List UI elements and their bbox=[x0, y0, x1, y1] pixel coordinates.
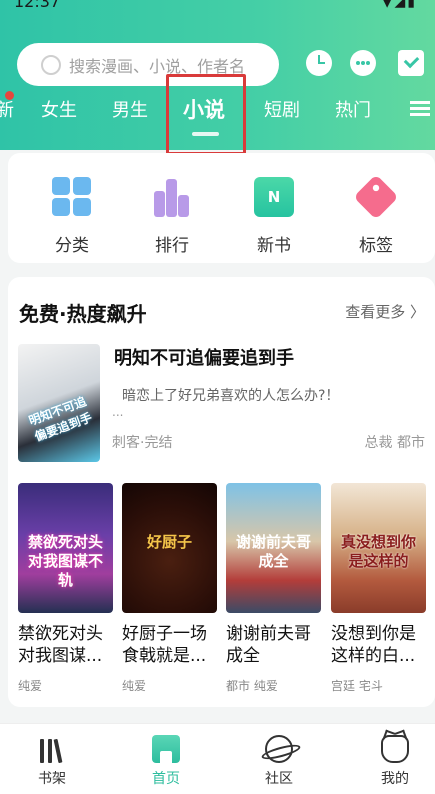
category-xinshu[interactable]: N 新书 bbox=[244, 177, 304, 256]
featured-desc: 暗恋上了好兄弟喜欢的人怎么办?！ bbox=[122, 388, 340, 404]
book-title: 谢谢前夫哥成全 bbox=[226, 624, 311, 666]
tag-icon bbox=[353, 174, 399, 220]
book-cover[interactable]: 真没想到你是这样的 bbox=[331, 483, 426, 613]
nav-community[interactable]: 社区 bbox=[249, 735, 309, 788]
category-label: 分类 bbox=[55, 236, 89, 256]
message-icon[interactable] bbox=[350, 50, 376, 76]
nav-bookshelf[interactable]: 书架 bbox=[22, 735, 82, 788]
nav-label: 首页 bbox=[152, 771, 180, 787]
book-cover-text: 真没想到你是这样的 bbox=[340, 533, 416, 570]
menu-icon[interactable] bbox=[410, 100, 430, 118]
book-cover-text: 禁欲死对头对我图谋不轨 bbox=[27, 533, 103, 589]
grid-icon bbox=[52, 177, 92, 217]
category-card: 分类 排行 N 新书 标签 bbox=[8, 153, 435, 263]
free-hot-section: 免费·热度飙升 查看更多 〉 明知不可追偏要追到手 明知不可追偏要追到手 暗恋上… bbox=[8, 277, 435, 707]
book-cover-text: 谢谢前夫哥成全 bbox=[235, 533, 311, 570]
see-more-link[interactable]: 查看更多 〉 bbox=[345, 301, 425, 322]
book-card[interactable]: 谢谢前夫哥成全 谢谢前夫哥成全 都市 纯爱 bbox=[226, 483, 321, 694]
featured-title[interactable]: 明知不可追偏要追到手 bbox=[114, 344, 294, 370]
featured-desc-ellipsis: ... bbox=[112, 405, 124, 419]
featured-cover[interactable]: 明知不可追偏要追到手 bbox=[18, 344, 100, 462]
nav-label: 社区 bbox=[265, 771, 293, 787]
bottom-nav: 书架 首页 社区 我的 bbox=[0, 723, 435, 794]
book-cover-text: 好厨子 bbox=[146, 533, 192, 551]
book-cover[interactable]: 好厨子 bbox=[122, 483, 217, 613]
featured-meta: 刺客·完结 bbox=[112, 435, 173, 451]
book-card[interactable]: 好厨子 好厨子一场食戟就是... 纯爱 bbox=[122, 483, 217, 694]
tab-popular[interactable]: 热门 bbox=[335, 96, 371, 122]
bookshelf-icon bbox=[38, 735, 66, 764]
status-time: 12:37 bbox=[14, 0, 61, 11]
search-placeholder[interactable]: 搜索漫画、小说、作者名 bbox=[69, 53, 245, 77]
book-card[interactable]: 禁欲死对头对我图谋不轨 禁欲死对头对我图谋... 纯爱 bbox=[18, 483, 113, 694]
book-title: 好厨子一场食戟就是... bbox=[122, 624, 207, 666]
book-tags: 宫廷 宅斗 bbox=[331, 679, 383, 693]
nav-label: 我的 bbox=[381, 771, 409, 787]
tab-female[interactable]: 女生 bbox=[41, 96, 77, 122]
highlight-box bbox=[166, 74, 246, 155]
section-title: 免费·热度飙升 bbox=[19, 302, 147, 326]
new-book-icon: N bbox=[254, 177, 294, 217]
book-tags: 都市 纯爱 bbox=[226, 679, 278, 693]
category-label: 排行 bbox=[155, 236, 189, 256]
cat-profile-icon bbox=[381, 735, 409, 763]
nav-home[interactable]: 首页 bbox=[136, 735, 196, 788]
notification-dot bbox=[5, 91, 14, 100]
planet-icon bbox=[265, 735, 293, 763]
book-cover[interactable]: 谢谢前夫哥成全 bbox=[226, 483, 321, 613]
home-icon bbox=[152, 735, 180, 763]
book-tags: 纯爱 bbox=[122, 679, 147, 693]
search-icon bbox=[41, 54, 61, 75]
book-card[interactable]: 真没想到你是这样的 没想到你是这样的白... 宫廷 宅斗 bbox=[331, 483, 426, 694]
clock-icon[interactable] bbox=[306, 50, 332, 76]
tab-short-drama[interactable]: 短剧 bbox=[264, 96, 300, 122]
category-fenlei[interactable]: 分类 bbox=[42, 177, 102, 256]
book-cover[interactable]: 禁欲死对头对我图谋不轨 bbox=[18, 483, 113, 613]
book-title: 没想到你是这样的白... bbox=[331, 624, 416, 666]
featured-tags: 总裁 都市 bbox=[364, 435, 425, 451]
book-title: 禁欲死对头对我图谋... bbox=[18, 624, 103, 666]
tab-new[interactable]: 新 bbox=[0, 96, 14, 122]
ranking-icon bbox=[152, 177, 192, 217]
category-paihang[interactable]: 排行 bbox=[142, 177, 202, 256]
book-tags: 纯爱 bbox=[18, 679, 43, 693]
tab-male[interactable]: 男生 bbox=[112, 96, 148, 122]
category-biaoqian[interactable]: 标签 bbox=[346, 174, 406, 256]
featured-cover-text: 明知不可追偏要追到手 bbox=[26, 394, 94, 445]
status-icons: ▼◢▮ bbox=[381, 0, 417, 10]
task-icon[interactable] bbox=[398, 50, 424, 76]
nav-label: 书架 bbox=[38, 771, 66, 787]
nav-mine[interactable]: 我的 bbox=[365, 735, 425, 788]
category-label: 新书 bbox=[257, 236, 291, 256]
category-label: 标签 bbox=[359, 236, 393, 256]
